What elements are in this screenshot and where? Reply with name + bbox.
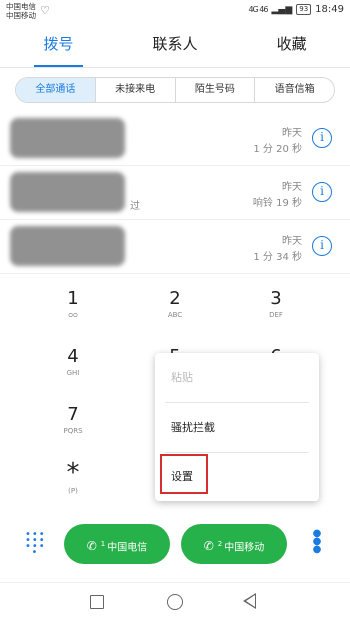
key-letters: ABC bbox=[167, 311, 183, 319]
redacted-contact bbox=[10, 118, 125, 158]
phone-icon: ✆ bbox=[86, 539, 97, 554]
call-time: 昨天 bbox=[282, 236, 302, 247]
home-icon[interactable] bbox=[167, 594, 183, 610]
main-tabs: 拨号 联系人 收藏 bbox=[0, 22, 350, 68]
call-log-entry[interactable]: 昨天 1 分 20 秒 i bbox=[0, 112, 350, 166]
clock: 18:49 bbox=[315, 4, 344, 15]
overflow-menu: 粘贴 骚扰拦截 设置 bbox=[155, 353, 319, 501]
call-button-sim2[interactable]: ✆ 2 中国移动 bbox=[181, 524, 287, 564]
dialpad-key-1[interactable]: 1 ᴑᴑ bbox=[43, 288, 103, 320]
key-letters: GHI bbox=[66, 369, 80, 377]
dialpad-key-3[interactable]: 3 DEF bbox=[246, 288, 306, 320]
call-subtitle: 过 bbox=[130, 201, 140, 212]
info-icon[interactable]: i bbox=[312, 182, 332, 202]
key-digit: 1 bbox=[67, 288, 79, 309]
carrier-labels: 中国电信 中国移动 bbox=[6, 2, 36, 20]
info-icon[interactable]: i bbox=[312, 236, 332, 256]
key-letters: DEF bbox=[269, 311, 283, 319]
recent-apps-icon[interactable] bbox=[90, 595, 104, 609]
filter-voicemail[interactable]: 语音信箱 bbox=[255, 78, 334, 102]
call-log-entry[interactable]: 昨天 1 分 34 秒 i bbox=[0, 220, 350, 274]
status-bar: 中国电信 中国移动 ♡ 4G 46 ▂▄▆ 93 18:49 bbox=[0, 0, 350, 22]
tab-contacts[interactable]: 联系人 bbox=[117, 22, 234, 67]
menu-item-paste[interactable]: 粘贴 bbox=[155, 353, 319, 402]
call-filter-bar: 全部通话 未接来电 陌生号码 语音信箱 bbox=[15, 77, 335, 103]
tab-favorites[interactable]: 收藏 bbox=[233, 22, 350, 67]
wifi-signal-icon: ▂▄▆ bbox=[271, 4, 293, 15]
key-digit: 7 bbox=[67, 404, 79, 425]
voicemail-icon: ᴑᴑ bbox=[68, 311, 78, 319]
tab-dialer[interactable]: 拨号 bbox=[0, 22, 117, 67]
dialpad-key-4[interactable]: 4 GHI bbox=[43, 346, 103, 378]
back-icon[interactable] bbox=[243, 593, 256, 609]
system-nav-bar bbox=[0, 582, 350, 622]
call-duration: 1 分 20 秒 bbox=[253, 144, 302, 155]
sim2-label: 中国移动 bbox=[224, 542, 265, 554]
phone-icon: ✆ bbox=[203, 539, 214, 554]
carrier-2: 中国移动 bbox=[6, 11, 36, 20]
carrier-1: 中国电信 bbox=[6, 2, 36, 11]
call-button-sim1[interactable]: ✆ 1 中国电信 bbox=[64, 524, 170, 564]
key-digit: 2 bbox=[169, 288, 181, 309]
call-log-list: 昨天 1 分 20 秒 i 过 昨天 响铃 19 秒 i 昨天 1 分 34 秒… bbox=[0, 112, 350, 274]
info-icon[interactable]: i bbox=[312, 128, 332, 148]
dialpad-key-star[interactable]: * (P) bbox=[43, 460, 103, 496]
redacted-contact bbox=[10, 226, 125, 266]
filter-missed-calls[interactable]: 未接来电 bbox=[96, 78, 176, 102]
dialpad-key-2[interactable]: 2 ABC bbox=[145, 288, 205, 320]
key-digit: 3 bbox=[270, 288, 282, 309]
dialpad-key-7[interactable]: 7 PQRS bbox=[43, 404, 103, 436]
redacted-contact bbox=[10, 172, 125, 212]
signal-icon: 4G 46 bbox=[248, 5, 268, 14]
sim-number: 1 bbox=[100, 540, 106, 548]
menu-item-harassment-block[interactable]: 骚扰拦截 bbox=[155, 403, 319, 452]
phone-dialer-screen: 中国电信 中国移动 ♡ 4G 46 ▂▄▆ 93 18:49 拨号 联系人 收藏… bbox=[0, 0, 350, 622]
sim-number: 2 bbox=[217, 540, 223, 548]
call-duration: 1 分 34 秒 bbox=[253, 252, 302, 263]
sim1-label: 中国电信 bbox=[107, 542, 148, 554]
call-time: 昨天 bbox=[282, 128, 302, 139]
key-digit: * bbox=[66, 458, 80, 488]
key-letters: (P) bbox=[68, 487, 78, 495]
battery-icon: 93 bbox=[296, 4, 312, 15]
health-icon: ♡ bbox=[40, 4, 50, 17]
call-log-entry[interactable]: 过 昨天 响铃 19 秒 i bbox=[0, 166, 350, 220]
dialpad-icon[interactable]: ••• ••• ••• • bbox=[25, 530, 45, 558]
more-vert-icon[interactable]: ● ● ● bbox=[312, 529, 322, 555]
highlight-box bbox=[160, 454, 208, 494]
filter-unknown-numbers[interactable]: 陌生号码 bbox=[176, 78, 256, 102]
key-digit: 4 bbox=[67, 346, 79, 367]
call-duration: 响铃 19 秒 bbox=[252, 198, 302, 209]
status-right: 4G 46 ▂▄▆ 93 18:49 bbox=[248, 4, 344, 15]
call-action-bar: ••• ••• ••• • ✆ 1 中国电信 ✆ 2 中国移动 ● ● ● bbox=[0, 520, 350, 570]
key-letters: PQRS bbox=[63, 427, 83, 435]
call-time: 昨天 bbox=[282, 182, 302, 193]
filter-all-calls[interactable]: 全部通话 bbox=[16, 78, 96, 102]
